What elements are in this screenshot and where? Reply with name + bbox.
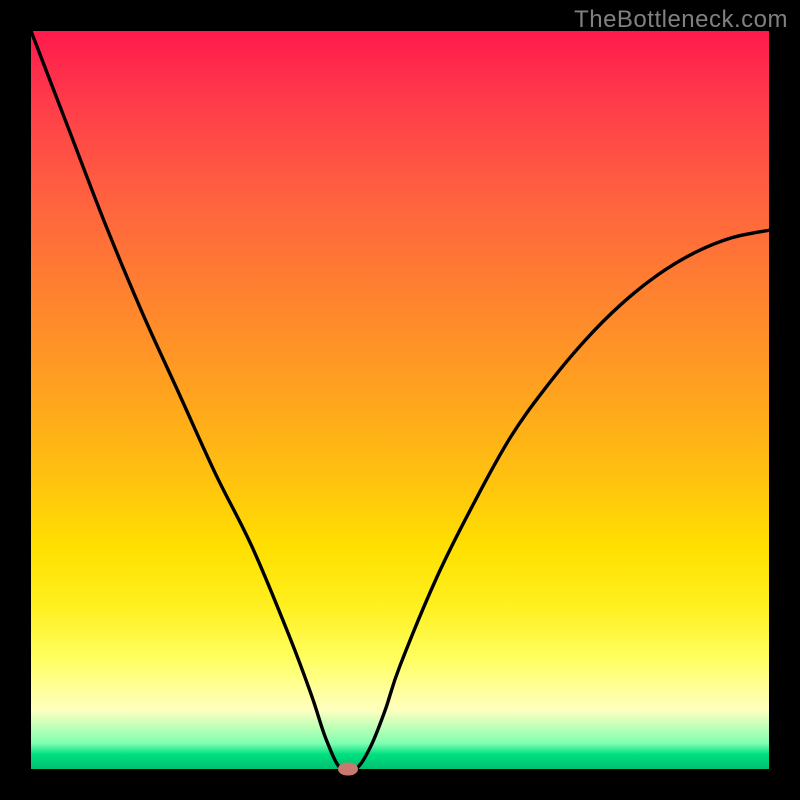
bottleneck-curve	[31, 31, 769, 773]
optimal-marker	[338, 763, 358, 776]
curve-svg	[31, 31, 769, 769]
branding-text: TheBottleneck.com	[574, 6, 788, 34]
chart-stage: TheBottleneck.com	[0, 0, 800, 800]
